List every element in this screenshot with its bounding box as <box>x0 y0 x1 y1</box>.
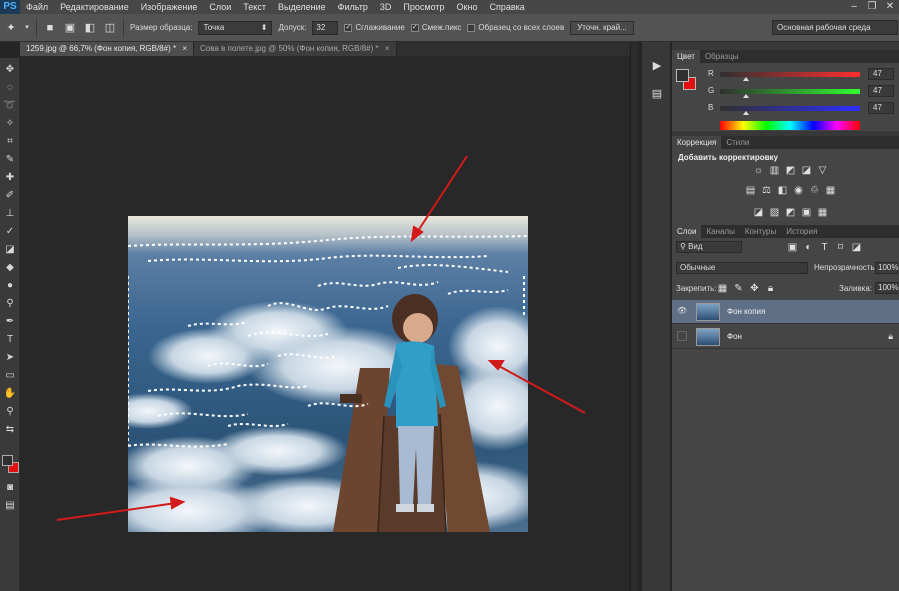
eye-icon[interactable]: 👁︎ <box>677 306 687 316</box>
filter-smart-icon[interactable]: ◪ <box>850 242 863 253</box>
tab-paths[interactable]: Контуры <box>740 225 781 238</box>
arrow-head <box>169 496 186 510</box>
channel-mixer-icon[interactable]: ♲ <box>808 185 821 196</box>
fill-label: Заливка: <box>839 284 873 293</box>
channel-gradient <box>720 89 860 94</box>
invert-icon[interactable]: ◪ <box>752 207 765 218</box>
layers-panel-tabs: Слои Каналы Контуры История <box>672 225 899 238</box>
foreground-color-swatch[interactable] <box>676 69 689 82</box>
opacity-label: Непрозрачность: <box>814 263 877 272</box>
add-adjustment-title: Добавить корректировку <box>678 153 778 162</box>
channel-gradient <box>720 72 860 77</box>
foreground-color-swatch[interactable] <box>2 455 13 466</box>
exposure-icon[interactable]: ◪ <box>800 165 813 176</box>
green-value-input[interactable]: 47 <box>868 85 894 97</box>
filter-type-icon[interactable]: T <box>818 242 831 253</box>
blend-mode-value: Обычные <box>680 263 716 272</box>
vibrance-icon[interactable]: ▽ <box>816 165 829 176</box>
color-panel: R 47 G 47 B 47 <box>672 63 899 131</box>
tab-history[interactable]: История <box>781 225 822 238</box>
hue-saturation-icon[interactable]: ▤ <box>744 185 757 196</box>
search-icon: ⚲ <box>680 242 689 251</box>
slider-thumb[interactable] <box>743 111 749 115</box>
selective-color-icon[interactable]: ▦ <box>816 207 829 218</box>
slider-thumb[interactable] <box>743 77 749 81</box>
fill-input[interactable]: 100% <box>875 282 898 294</box>
layer-row-background[interactable]: Фон 🔒︎ <box>672 325 899 349</box>
layers-panel: ⚲ Вид ▣ ◐ T ⌑ ◪ Обычные Непрозрачность: … <box>672 238 899 591</box>
layer-kind-filter[interactable]: ⚲ Вид <box>676 241 742 253</box>
panel-dock: ▶ ▤ <box>641 42 671 591</box>
threshold-icon[interactable]: ◩ <box>784 207 797 218</box>
color-panel-tabs: Цвет Образцы <box>672 50 899 63</box>
posterize-icon[interactable]: ▨ <box>768 207 781 218</box>
color-lookup-icon[interactable]: ▦ <box>824 185 837 196</box>
play-action-icon[interactable]: ▶ <box>647 56 667 76</box>
blue-value-input[interactable]: 47 <box>868 102 894 114</box>
tab-swatches[interactable]: Образцы <box>700 50 744 63</box>
filter-adjustment-icon[interactable]: ◐ <box>802 242 815 253</box>
tab-color[interactable]: Цвет <box>672 50 700 63</box>
channel-label: B <box>708 103 714 112</box>
color-balance-icon[interactable]: ⚖ <box>760 185 773 196</box>
curves-icon[interactable]: ◩ <box>784 165 797 176</box>
opacity-input[interactable]: 100% <box>875 262 898 274</box>
brightness-icon[interactable]: ☼ <box>752 165 765 176</box>
lock-icon: 🔒︎ <box>888 331 893 341</box>
photo-filter-icon[interactable]: ◉ <box>792 185 805 196</box>
red-channel-slider[interactable]: R 47 <box>708 68 898 82</box>
slider-thumb[interactable] <box>743 94 749 98</box>
green-channel-slider[interactable]: G 47 <box>708 85 898 99</box>
levels-icon[interactable]: ▥ <box>768 165 781 176</box>
filter-pixel-icon[interactable]: ▣ <box>786 242 799 253</box>
arrow-line <box>415 155 468 235</box>
lock-label: Закрепить: <box>676 284 717 293</box>
lock-pixels-icon[interactable]: ✎ <box>732 283 745 294</box>
channel-gradient <box>720 106 860 111</box>
layer-thumbnail <box>696 328 720 346</box>
channel-label: G <box>708 86 715 95</box>
tab-styles[interactable]: Стили <box>721 136 754 149</box>
layer-name: Фон копия <box>727 307 766 316</box>
red-value-input[interactable]: 47 <box>868 68 894 80</box>
channel-label: R <box>708 69 714 78</box>
tab-layers[interactable]: Слои <box>672 225 702 238</box>
arrow-line <box>496 364 586 414</box>
black-white-icon[interactable]: ◧ <box>776 185 789 196</box>
kind-filter-value: Вид <box>688 242 703 251</box>
filter-shape-icon[interactable]: ⌑ <box>834 242 847 253</box>
lock-position-icon[interactable]: ✥ <box>748 283 761 294</box>
lock-all-icon[interactable]: 🔒︎ <box>764 283 777 294</box>
blend-mode-select[interactable]: Обычные <box>676 262 808 274</box>
adjustments-panel: Добавить корректировку ☼ ▥ ◩ ◪ ▽ ▤ ⚖ ◧ ◉… <box>672 149 899 225</box>
arrow-line <box>56 502 177 521</box>
properties-icon[interactable]: ▤ <box>647 84 667 104</box>
layer-name: Фон <box>727 332 742 341</box>
blue-channel-slider[interactable]: B 47 <box>708 102 898 116</box>
visibility-toggle[interactable] <box>677 331 687 341</box>
adjust-panel-tabs: Коррекция Стили <box>672 136 899 149</box>
right-panels: Цвет Образцы R 47 G 47 B 47 Коррекция Ст… <box>672 42 899 591</box>
tab-adjustments[interactable]: Коррекция <box>672 136 722 149</box>
color-spectrum-bar[interactable] <box>720 121 860 130</box>
lock-transparent-icon[interactable]: ▦ <box>716 283 729 294</box>
arrow-head <box>410 225 424 243</box>
layer-thumbnail <box>696 303 720 321</box>
layer-row-background-copy[interactable]: 👁︎ Фон копия <box>672 300 899 324</box>
tab-channels[interactable]: Каналы <box>701 225 739 238</box>
gradient-map-icon[interactable]: ▣ <box>800 207 813 218</box>
